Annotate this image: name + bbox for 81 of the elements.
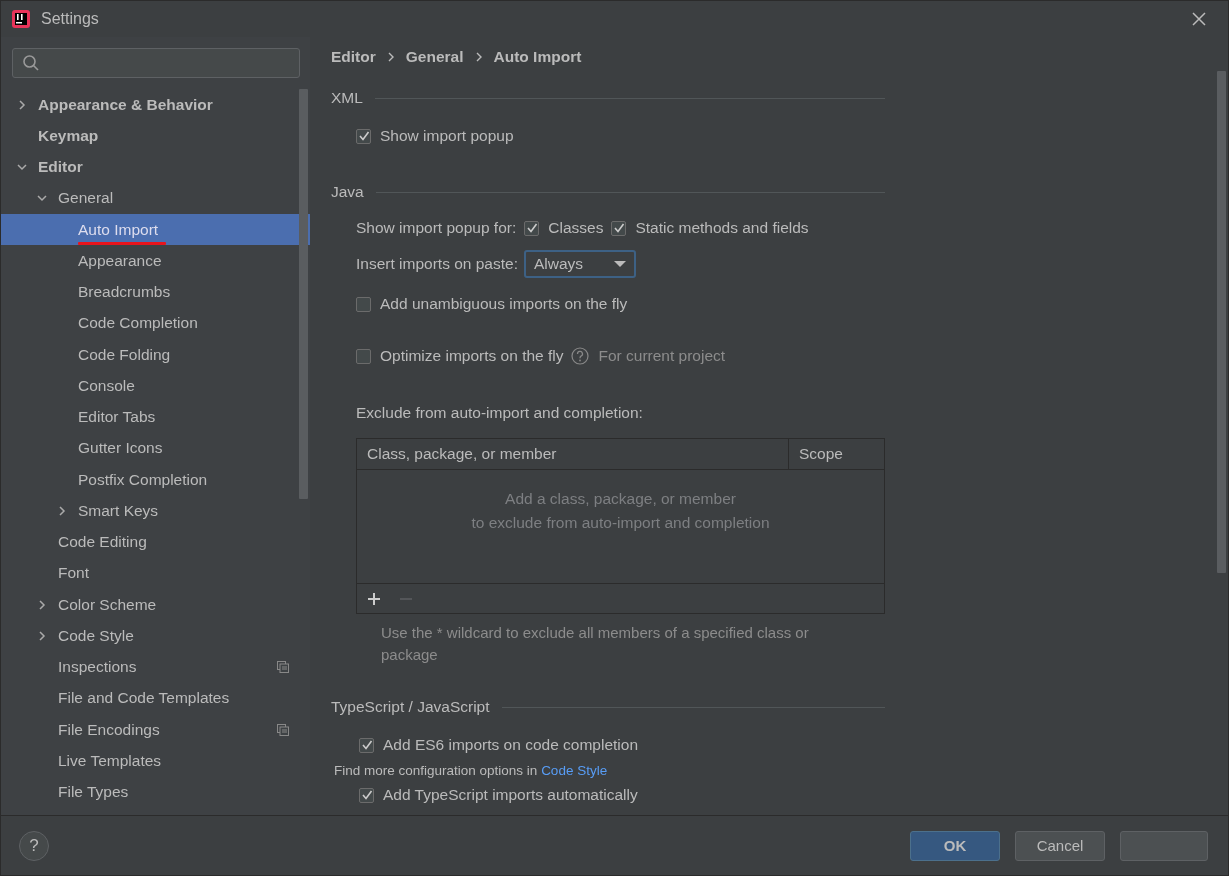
tree-item[interactable]: File Encodings xyxy=(1,714,310,746)
tree-item[interactable]: Font xyxy=(1,557,310,589)
breadcrumb-item[interactable]: Auto Import xyxy=(493,48,582,66)
empty-table-text: Add a class, package, or member xyxy=(505,490,736,508)
app-logo-icon xyxy=(11,9,31,29)
tree-item[interactable]: Appearance & Behavior xyxy=(1,89,310,121)
tree-item[interactable]: Auto Import xyxy=(1,214,310,246)
tree-item[interactable]: Appearance xyxy=(1,245,310,277)
checkbox-label[interactable]: Add unambiguous imports on the fly xyxy=(380,295,628,313)
field-label: Insert imports on paste: xyxy=(356,255,518,273)
checkbox[interactable] xyxy=(356,296,371,312)
add-icon[interactable] xyxy=(367,591,381,606)
checkbox[interactable] xyxy=(356,348,371,364)
checkbox-label[interactable]: Optimize imports on the fly xyxy=(380,347,564,365)
checkbox-label[interactable]: Add ES6 imports on code completion xyxy=(383,736,639,754)
tree-item[interactable]: Code Folding xyxy=(1,339,310,371)
checkbox[interactable] xyxy=(359,737,374,753)
checkbox[interactable] xyxy=(359,787,374,803)
checkbox[interactable] xyxy=(356,128,371,144)
tree-item[interactable]: Code Style xyxy=(1,620,310,652)
cancel-button[interactable]: Cancel xyxy=(1015,830,1105,861)
tree-item[interactable]: Color Scheme xyxy=(1,589,310,621)
ok-button[interactable]: OK xyxy=(910,830,1000,861)
breadcrumb-item[interactable]: General xyxy=(405,48,464,66)
close-icon[interactable] xyxy=(1192,12,1206,26)
tree-item[interactable]: Smart Keys xyxy=(1,495,310,527)
section-title: XML xyxy=(331,89,363,107)
tree-item[interactable]: Postfix Completion xyxy=(1,464,310,496)
field-label: Show import popup for: xyxy=(356,219,517,237)
tree-item[interactable]: Gutter Icons xyxy=(1,432,310,464)
chevron-right-icon[interactable] xyxy=(57,505,67,516)
chevron-right-icon[interactable] xyxy=(37,630,47,641)
section-title: Java xyxy=(331,183,364,201)
tree-item[interactable]: Keymap xyxy=(1,120,310,152)
hint-text: For current project xyxy=(598,347,726,365)
tree-item[interactable]: Console xyxy=(1,370,310,402)
chevron-down-icon[interactable] xyxy=(37,193,47,204)
tree-item[interactable]: General xyxy=(1,182,310,214)
search-field[interactable] xyxy=(12,48,300,78)
column-header[interactable]: Class, package, or member xyxy=(357,439,789,469)
checkbox-label[interactable]: Show import popup xyxy=(380,127,514,145)
chevron-down-icon[interactable] xyxy=(17,162,27,173)
tree-item[interactable]: Breadcrumbs xyxy=(1,276,310,308)
dropdown-arrow-icon xyxy=(613,260,626,268)
section-title: TypeScript / JavaScript xyxy=(331,698,490,716)
checkbox-label[interactable]: Static methods and fields xyxy=(635,219,809,237)
checkbox[interactable] xyxy=(611,220,627,236)
help-button[interactable]: ? xyxy=(19,830,49,861)
code-style-link[interactable]: Code Style xyxy=(541,762,608,778)
tree-item[interactable]: Live Templates xyxy=(1,745,310,777)
chevron-right-icon[interactable] xyxy=(37,599,47,610)
chevron-right-icon[interactable] xyxy=(17,99,27,110)
empty-table-text: to exclude from auto-import and completion xyxy=(471,514,770,532)
checkmark-icon xyxy=(360,789,373,801)
chevron-right-icon xyxy=(386,52,395,62)
breadcrumb-item[interactable]: Editor xyxy=(331,48,376,66)
scrollbar[interactable] xyxy=(299,89,308,499)
search-icon xyxy=(22,54,40,72)
info-text: Find more configuration options in Code Style xyxy=(334,762,608,778)
tree-item[interactable]: Inspections xyxy=(1,651,310,683)
checkmark-icon xyxy=(525,222,538,234)
dropdown[interactable]: Always xyxy=(523,250,636,278)
tree-item[interactable]: File and Code Templates xyxy=(1,682,310,714)
checkbox-label[interactable]: Classes xyxy=(548,219,604,237)
checkbox[interactable] xyxy=(524,220,540,236)
chevron-right-icon xyxy=(474,52,483,62)
tree-item[interactable]: Editor Tabs xyxy=(1,401,310,433)
help-text: Use the * wildcard to exclude all members of a specified class or package xyxy=(381,623,810,665)
checkmark-icon xyxy=(612,222,625,234)
field-label: Exclude from auto-import and completion: xyxy=(356,404,644,422)
checkbox-label[interactable]: Add TypeScript imports automatically xyxy=(383,786,638,804)
checkmark-icon xyxy=(357,130,370,142)
tree-item[interactable]: Code Completion xyxy=(1,307,310,339)
checkmark-icon xyxy=(360,739,373,751)
help-icon[interactable] xyxy=(571,347,590,365)
column-header[interactable]: Scope xyxy=(789,439,884,469)
scrollbar[interactable] xyxy=(1217,71,1226,573)
tree-item[interactable]: Editor xyxy=(1,151,310,183)
window-title: Settings xyxy=(41,10,99,28)
tree-item[interactable]: File Types xyxy=(1,776,310,808)
tree-item[interactable]: Code Editing xyxy=(1,526,310,558)
